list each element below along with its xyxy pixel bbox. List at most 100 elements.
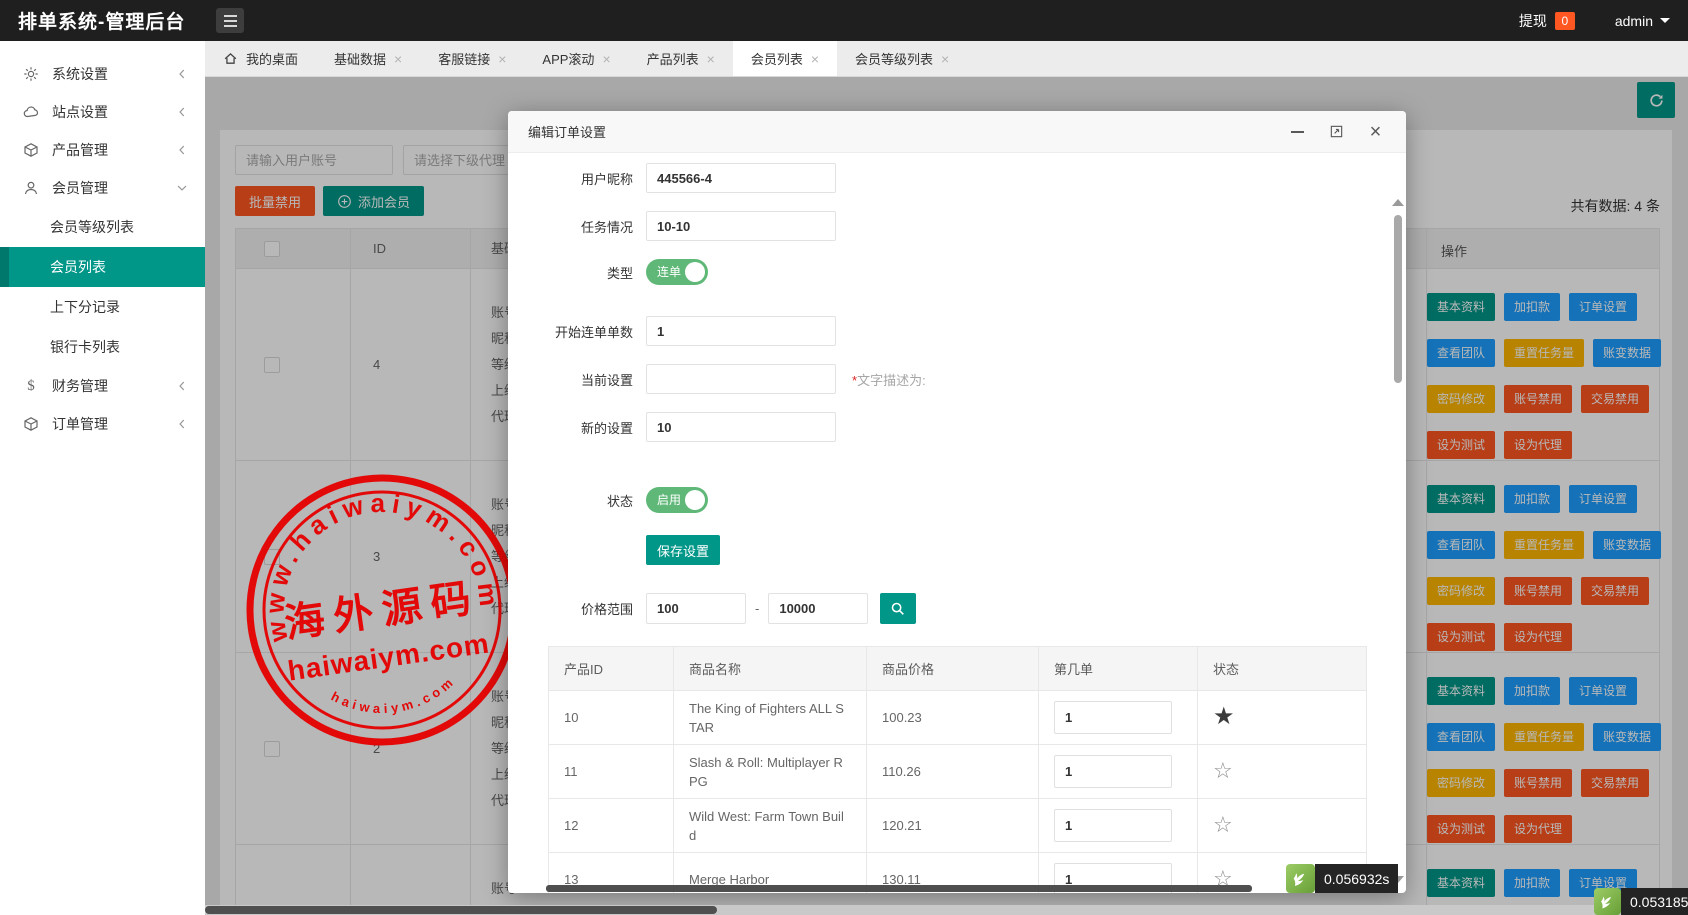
new-setting-input[interactable] — [646, 412, 836, 442]
order-index-cell — [1038, 744, 1198, 799]
thinkphp-logo-icon — [1594, 888, 1621, 915]
order-index-input[interactable] — [1054, 809, 1172, 842]
order-index-cell — [1038, 798, 1198, 853]
product-row: 12Wild West: Farm Town Build120.21 ☆ — [548, 798, 1367, 853]
sidebar-item-label: 会员管理 — [52, 180, 108, 196]
order-index-input[interactable] — [1054, 701, 1172, 734]
field-task: 任务情况 — [508, 211, 1406, 241]
menu-toggle-button[interactable] — [216, 8, 244, 33]
type-toggle[interactable]: 连单 — [646, 259, 708, 285]
tab-close-icon[interactable]: × — [498, 52, 506, 66]
product-id-cell: 12 — [548, 798, 674, 853]
tab-close-icon[interactable]: × — [394, 52, 402, 66]
tab-active-5[interactable]: 会员列表 × — [732, 41, 838, 76]
toggle-knob — [685, 262, 705, 282]
edit-order-settings-modal: 编辑订单设置 × 用户昵称 任务情况 类型 连单 开始连单单数 当前设置 — [508, 111, 1406, 893]
star-outline-icon[interactable]: ☆ — [1213, 812, 1233, 837]
sidebar-item-1[interactable]: 站点设置 — [0, 93, 205, 131]
tab-label: 我的桌面 — [246, 52, 299, 67]
tab-2[interactable]: 客服链接 × — [420, 41, 524, 76]
start-count-input[interactable] — [646, 316, 836, 346]
user-menu[interactable]: admin — [1615, 13, 1653, 29]
page-horizontal-scrollbar[interactable] — [205, 905, 1688, 915]
thinkphp-debug-badge-page[interactable]: 0.053185s — [1594, 888, 1688, 915]
field-new-setting: 新的设置 — [508, 412, 1406, 442]
product-row: 10The King of Fighters ALL STAR100.23 ★ — [548, 690, 1367, 745]
star-filled-icon[interactable]: ★ — [1213, 703, 1235, 730]
chevron-left-icon — [175, 105, 189, 119]
scroll-up-arrow-icon[interactable] — [1392, 199, 1404, 206]
cloud-icon — [22, 104, 40, 120]
withdraw-link[interactable]: 提现 — [1519, 11, 1547, 31]
status-toggle[interactable]: 启用 — [646, 487, 708, 513]
sidebar-item-2[interactable]: 产品管理 — [0, 131, 205, 169]
app-root: { "colors":{"teal":"#009688","blue":"#1E… — [0, 0, 1688, 915]
tab-4[interactable]: 产品列表 × — [629, 41, 733, 76]
caret-down-icon — [1660, 18, 1670, 23]
minimize-icon[interactable] — [1289, 123, 1306, 140]
modal-vertical-scrollbar[interactable] — [1392, 199, 1404, 883]
current-setting-hint: *文字描述为: — [852, 372, 926, 388]
scrollbar-thumb[interactable] — [205, 906, 717, 914]
tab-label: 客服链接 — [438, 52, 491, 67]
tab-label: 会员列表 — [750, 52, 803, 67]
save-settings-button[interactable]: 保存设置 — [646, 535, 721, 565]
header-order-index: 第几单 — [1038, 646, 1198, 691]
price-max-input[interactable] — [768, 593, 869, 624]
tab-close-icon[interactable]: × — [941, 52, 949, 66]
sidebar-item-label: 系统设置 — [52, 66, 108, 82]
nickname-input[interactable] — [646, 163, 836, 193]
sidebar-item-label: 站点设置 — [52, 104, 108, 120]
home-icon — [223, 51, 238, 66]
price-min-input[interactable] — [646, 593, 746, 624]
modal-title: 编辑订单设置 — [528, 125, 607, 140]
modal-window-controls: × — [1289, 122, 1386, 142]
product-id-cell: 10 — [548, 690, 674, 745]
tab-1[interactable]: 基础数据 × — [316, 41, 420, 76]
sidebar-subitem-3-3[interactable]: 银行卡列表 — [0, 327, 205, 367]
status-cell: ☆ — [1197, 798, 1367, 853]
order-index-input[interactable] — [1054, 755, 1172, 788]
app-title: 排单系统-管理后台 — [18, 12, 186, 33]
sidebar-item-3[interactable]: 会员管理 — [0, 169, 205, 207]
tab-label: 基础数据 — [334, 52, 387, 67]
product-table-header: 产品ID 商品名称 商品价格 第几单 状态 — [548, 646, 1367, 691]
tab-3[interactable]: APP滚动 × — [524, 41, 628, 76]
debug-time: 0.056932s — [1315, 864, 1399, 893]
dollar-icon: $ — [27, 377, 35, 394]
close-icon[interactable]: × — [1367, 122, 1384, 142]
withdraw-count-badge: 0 — [1554, 11, 1575, 30]
thinkphp-debug-badge-modal[interactable]: 0.056932s — [1286, 864, 1399, 893]
sidebar-item-4[interactable]: $ 财务管理 — [0, 367, 205, 405]
tab-close-icon[interactable]: × — [811, 52, 819, 66]
star-outline-icon[interactable]: ☆ — [1213, 758, 1233, 783]
tab-close-icon[interactable]: × — [707, 52, 715, 66]
scrollbar-thumb[interactable] — [1394, 215, 1402, 383]
current-setting-input[interactable] — [646, 364, 836, 394]
cube-icon — [22, 416, 40, 432]
chevron-left-icon — [175, 143, 189, 157]
chevron-left-icon — [175, 67, 189, 81]
tab-6[interactable]: 会员等级列表 × — [837, 41, 967, 76]
sidebar-item-5[interactable]: 订单管理 — [0, 405, 205, 443]
maximize-icon[interactable] — [1328, 123, 1345, 140]
product-table-body: 10The King of Fighters ALL STAR100.23 ★ 11… — [548, 690, 1367, 893]
sidebar-subitem-3-0[interactable]: 会员等级列表 — [0, 207, 205, 247]
tab-0[interactable]: 我的桌面 — [205, 41, 316, 76]
price-search-button[interactable] — [880, 593, 917, 624]
sidebar-subitem-3-1[interactable]: 会员列表 — [0, 247, 205, 287]
tab-label: 会员等级列表 — [855, 52, 934, 67]
sidebar-subitem-3-2[interactable]: 上下分记录 — [0, 287, 205, 327]
chevron-down-icon — [175, 181, 189, 195]
sidebar: 系统设置站点设置产品管理会员管理会员等级列表 会员列表 上下分记录 银行卡列表 $ 财务管… — [0, 41, 205, 915]
tab-close-icon[interactable]: × — [602, 52, 610, 66]
header-product-id: 产品ID — [548, 646, 674, 691]
sidebar-item-0[interactable]: 系统设置 — [0, 55, 205, 93]
product-price-cell: 110.26 — [866, 744, 1039, 799]
search-icon — [892, 602, 905, 615]
tabbar: 我的桌面 基础数据 × 客服链接 × APP滚动 × 产品列表 × 会员列表 × 会员等级列表 × — [205, 41, 1688, 77]
sidebar-item-label: 财务管理 — [52, 378, 108, 394]
modal-horizontal-scrollbar[interactable] — [546, 885, 1252, 892]
task-input[interactable] — [646, 211, 836, 241]
order-index-cell — [1038, 690, 1198, 745]
